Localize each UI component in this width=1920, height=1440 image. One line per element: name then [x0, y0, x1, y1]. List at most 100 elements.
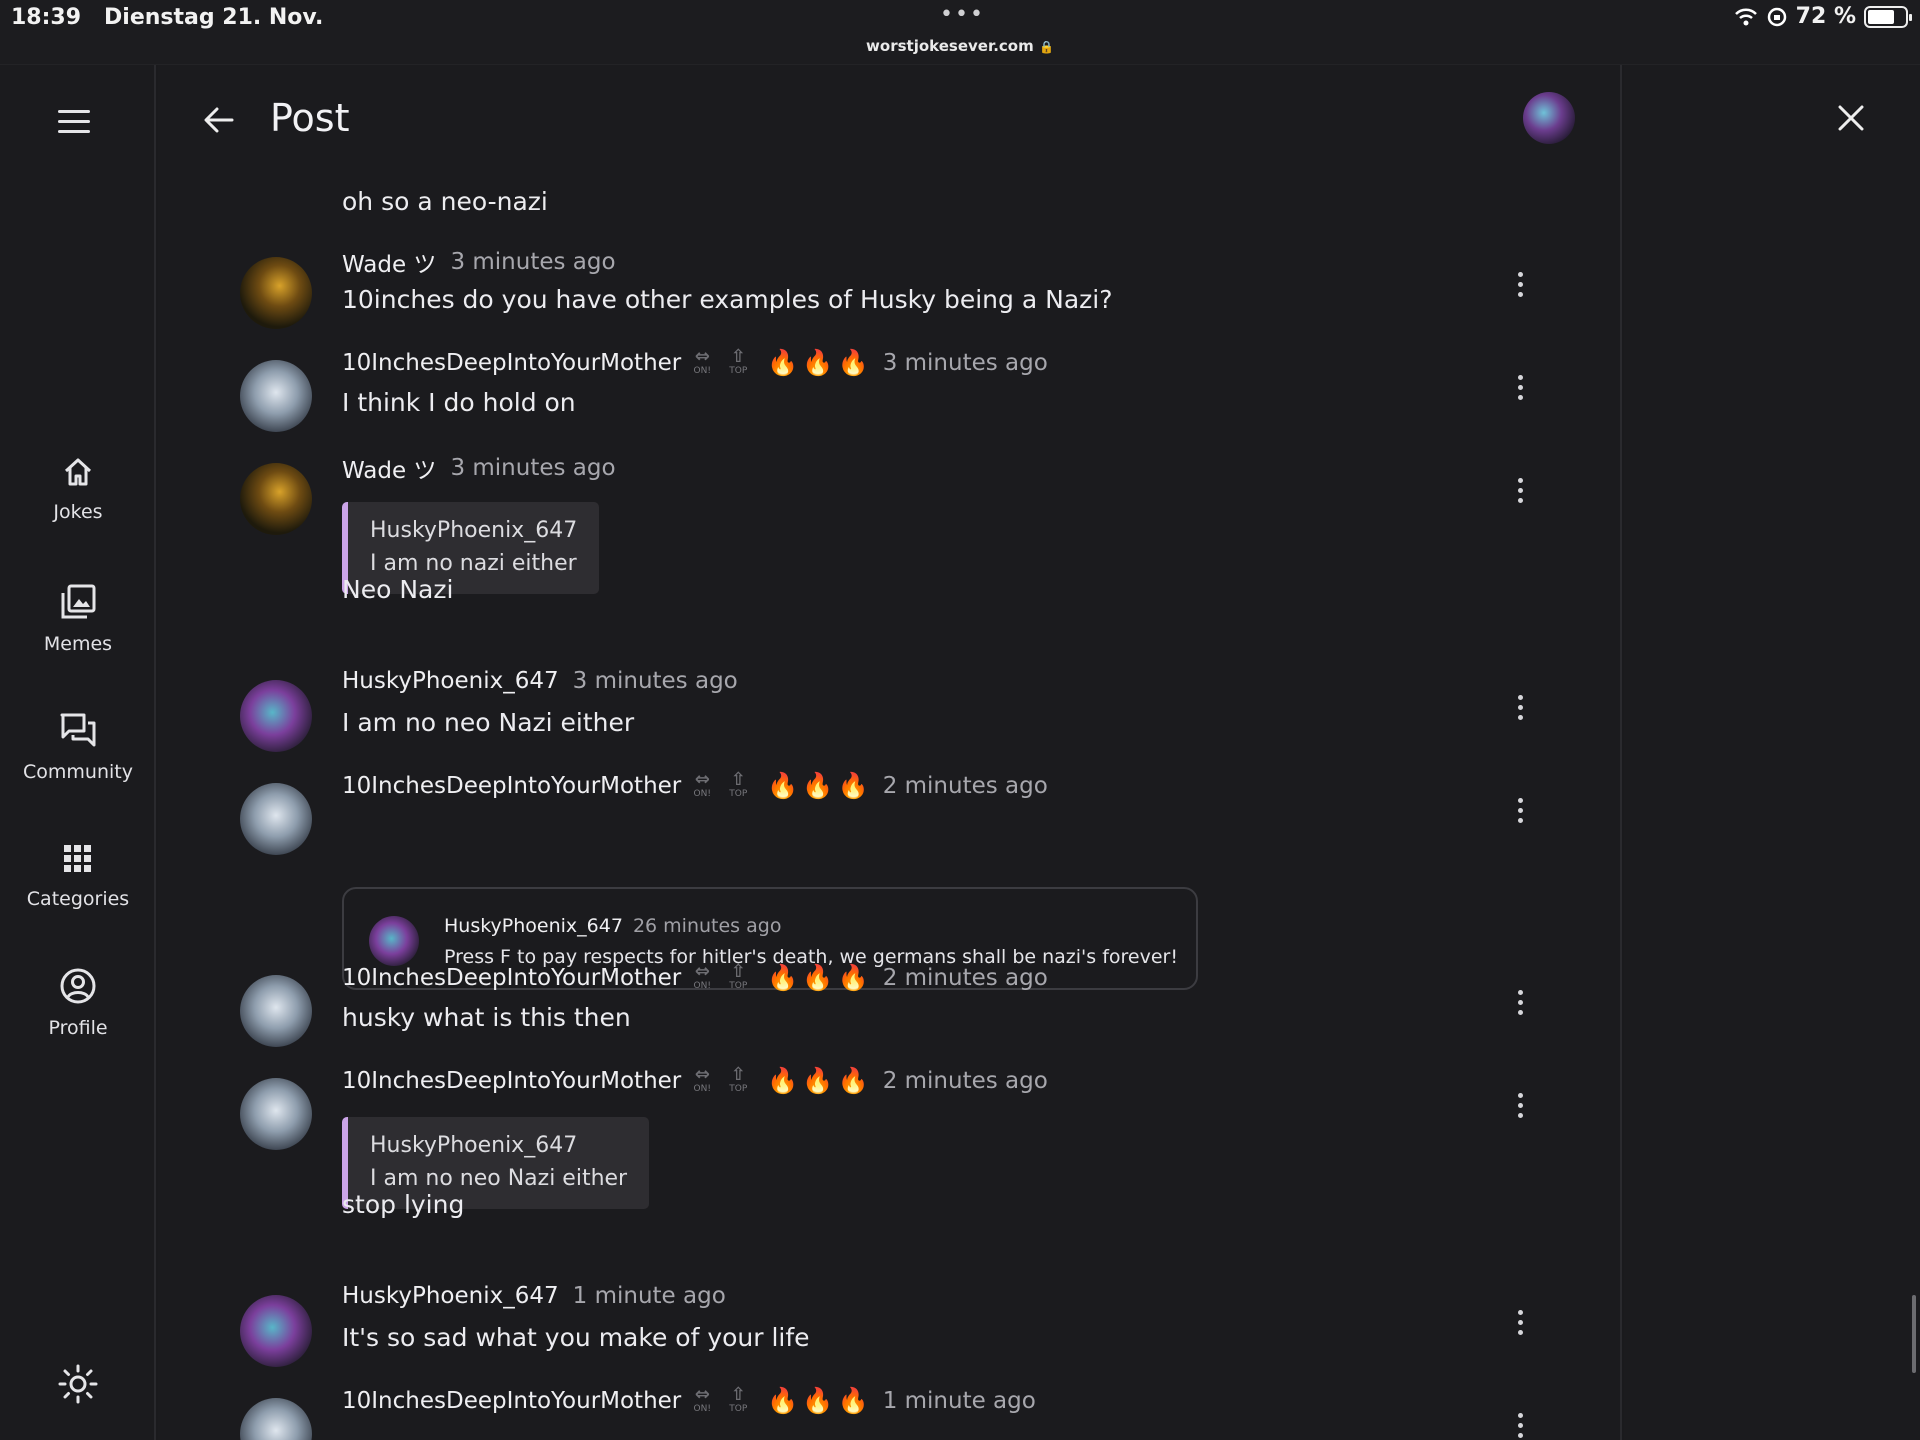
flame-icon: 🔥: [802, 1386, 834, 1415]
more-options-icon[interactable]: [1510, 695, 1530, 725]
sidebar-item-memes[interactable]: Memes: [0, 583, 156, 655]
avatar[interactable]: [240, 680, 312, 752]
sidebar-item-label: Memes: [43, 633, 113, 655]
right-panel: [1624, 65, 1920, 1440]
sidebar-item-community[interactable]: Community: [0, 711, 156, 783]
sidebar-item-label: Profile: [48, 1017, 108, 1039]
more-options-icon[interactable]: [1510, 1093, 1530, 1123]
more-options-icon[interactable]: [1510, 478, 1530, 508]
top-badge-icon: ⇧ TOP: [729, 961, 748, 992]
username[interactable]: 10InchesDeepIntoYourMother: [342, 1388, 681, 1414]
avatar: [369, 916, 419, 966]
chat-icon: [60, 713, 96, 747]
flame-badges: 🔥 🔥 🔥: [763, 963, 868, 993]
close-button[interactable]: [1836, 103, 1866, 137]
top-badge-icon: ⇧ TOP: [729, 769, 748, 800]
more-options-icon[interactable]: [1510, 375, 1530, 405]
flame-icon: 🔥: [767, 1386, 799, 1415]
comment-text: I think I do hold on: [342, 388, 576, 417]
avatar[interactable]: [240, 783, 312, 855]
comment-text: husky what is this then: [342, 1003, 631, 1032]
quote-username: HuskyPhoenix_647: [370, 1133, 578, 1158]
on-badge-icon: ⇔ ON!: [693, 1064, 711, 1095]
flame-icon: 🔥: [767, 348, 799, 377]
comment-header: Wade ツ 3 minutes ago: [342, 451, 616, 485]
comment-text: stop lying: [342, 1190, 465, 1219]
username[interactable]: HuskyPhoenix_647: [342, 668, 559, 694]
embed-username: HuskyPhoenix_647: [444, 915, 623, 937]
timestamp: 2 minutes ago: [882, 1068, 1048, 1094]
back-button[interactable]: [202, 103, 236, 141]
username[interactable]: 10InchesDeepIntoYourMother: [342, 773, 681, 799]
user-avatar[interactable]: [1523, 92, 1575, 144]
comment-text: Neo Nazi: [342, 575, 454, 604]
username[interactable]: Wade ツ: [342, 245, 436, 279]
more-options-icon[interactable]: [1510, 1310, 1530, 1340]
grid-icon: [64, 845, 91, 872]
status-time: 18:39 Dienstag 21. Nov.: [11, 5, 324, 30]
more-options-icon[interactable]: [1510, 272, 1530, 302]
comment-text: oh so a neo-nazi: [342, 187, 548, 216]
more-options-icon[interactable]: [1510, 990, 1530, 1020]
url-bar[interactable]: worstjokesever.com 🔒: [0, 37, 1920, 55]
timestamp: 3 minutes ago: [450, 249, 616, 275]
avatar[interactable]: [240, 1295, 312, 1367]
flame-icon: 🔥: [802, 771, 834, 800]
more-options-icon[interactable]: [1510, 1413, 1530, 1440]
more-options-icon[interactable]: [1510, 798, 1530, 828]
embed-timestamp: 26 minutes ago: [632, 915, 782, 937]
username[interactable]: Wade ツ: [342, 451, 436, 485]
flame-icon: 🔥: [767, 963, 799, 992]
timestamp: 3 minutes ago: [450, 455, 616, 481]
flame-icon: 🔥: [837, 348, 869, 377]
menu-icon[interactable]: [58, 110, 98, 140]
multitask-dots[interactable]: •••: [940, 2, 985, 27]
on-badge-icon: ⇔ ON!: [693, 1384, 711, 1415]
sun-icon: [58, 1364, 98, 1404]
avatar[interactable]: [240, 360, 312, 432]
username[interactable]: 10InchesDeepIntoYourMother: [342, 1068, 681, 1094]
sidebar-item-profile[interactable]: Profile: [0, 967, 156, 1039]
top-badge-icon: ⇧ TOP: [729, 346, 748, 377]
side-navigation: Jokes Memes Community Categories Profile: [0, 65, 156, 1440]
sidebar-item-categories[interactable]: Categories: [0, 842, 156, 910]
avatar[interactable]: [240, 257, 312, 329]
timestamp: 3 minutes ago: [882, 350, 1048, 376]
username[interactable]: 10InchesDeepIntoYourMother: [342, 965, 681, 991]
arrow-left-icon: [204, 107, 234, 133]
flame-badges: 🔥 🔥 🔥: [763, 1386, 868, 1416]
battery-percent: 72 %: [1795, 4, 1856, 29]
avatar[interactable]: [240, 975, 312, 1047]
status-date: Dienstag 21. Nov.: [104, 5, 324, 30]
timestamp: 1 minute ago: [572, 1283, 726, 1309]
sidebar-item-jokes[interactable]: Jokes: [0, 455, 156, 523]
comment-header: HuskyPhoenix_647 1 minute ago: [342, 1283, 726, 1309]
timestamp: 1 minute ago: [882, 1388, 1036, 1414]
wifi-icon: [1734, 8, 1757, 25]
scrollbar[interactable]: [1912, 1295, 1916, 1373]
avatar[interactable]: [240, 1398, 312, 1440]
username[interactable]: HuskyPhoenix_647: [342, 1283, 559, 1309]
status-bar: 18:39 Dienstag 21. Nov. ••• worstjokesev…: [0, 0, 1920, 65]
comment-header: 10InchesDeepIntoYourMother ⇔ ON! ⇧ TOP 🔥 🔥 🔥…: [342, 771, 1048, 801]
flame-icon: 🔥: [767, 1066, 799, 1095]
flame-icon: 🔥: [802, 348, 834, 377]
images-icon: [61, 584, 96, 619]
flame-icon: 🔥: [802, 1066, 834, 1095]
flame-icon: 🔥: [802, 963, 834, 992]
status-indicators: 72 %: [1734, 4, 1912, 29]
comment-text: 10inches do you have other examples of H…: [342, 285, 1113, 314]
on-badge-icon: ⇔ ON!: [693, 346, 711, 377]
avatar[interactable]: [240, 463, 312, 535]
sidebar-item-label: Categories: [26, 888, 130, 910]
timestamp: 2 minutes ago: [882, 773, 1048, 799]
battery-icon: [1864, 5, 1912, 28]
flame-icon: 🔥: [837, 1066, 869, 1095]
sidebar-item-label: Jokes: [53, 501, 103, 523]
username[interactable]: 10InchesDeepIntoYourMother: [342, 350, 681, 376]
comment-text: I am no neo Nazi either: [342, 708, 635, 737]
theme-toggle-button[interactable]: [57, 1363, 99, 1409]
flame-badges: 🔥 🔥 🔥: [763, 348, 868, 378]
avatar[interactable]: [240, 1078, 312, 1150]
timestamp: 3 minutes ago: [572, 668, 738, 694]
